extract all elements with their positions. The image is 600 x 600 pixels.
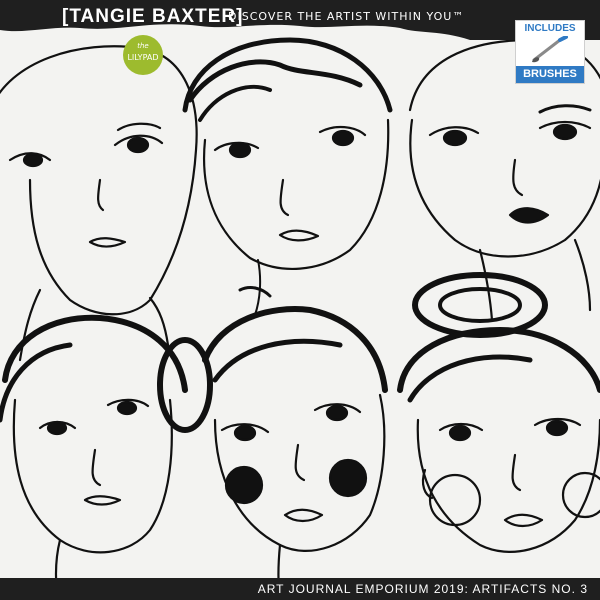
lilypad-name: LILYPAD xyxy=(127,53,159,62)
lilypad-small-text: the xyxy=(137,42,149,50)
product-title: ART JOURNAL EMPORIUM 2019: ARTIFACTS NO.… xyxy=(257,582,588,596)
face-top-middle xyxy=(182,37,393,316)
face-illustrations xyxy=(0,37,600,600)
brushes-label: BRUSHES xyxy=(516,66,584,83)
face-bottom-right xyxy=(397,272,600,553)
includes-brushes-badge: INCLUDES BRUSHES xyxy=(515,20,585,84)
lilypad-logo: the LILYPAD xyxy=(123,35,163,75)
product-preview: [TANGIE BAXTER] DISCOVER THE ARTIST WITH… xyxy=(0,0,600,600)
face-bottom-middle xyxy=(157,306,388,600)
face-bottom-left xyxy=(0,314,188,600)
includes-label: INCLUDES xyxy=(524,23,576,34)
brand-tagline: DISCOVER THE ARTIST WITHIN YOU™ xyxy=(228,10,465,23)
footer-banner: ART JOURNAL EMPORIUM 2019: ARTIFACTS NO.… xyxy=(0,578,600,600)
face-top-left xyxy=(0,45,198,362)
brand-name: [TANGIE BAXTER] xyxy=(62,6,244,27)
paintbrush-icon xyxy=(532,36,568,63)
